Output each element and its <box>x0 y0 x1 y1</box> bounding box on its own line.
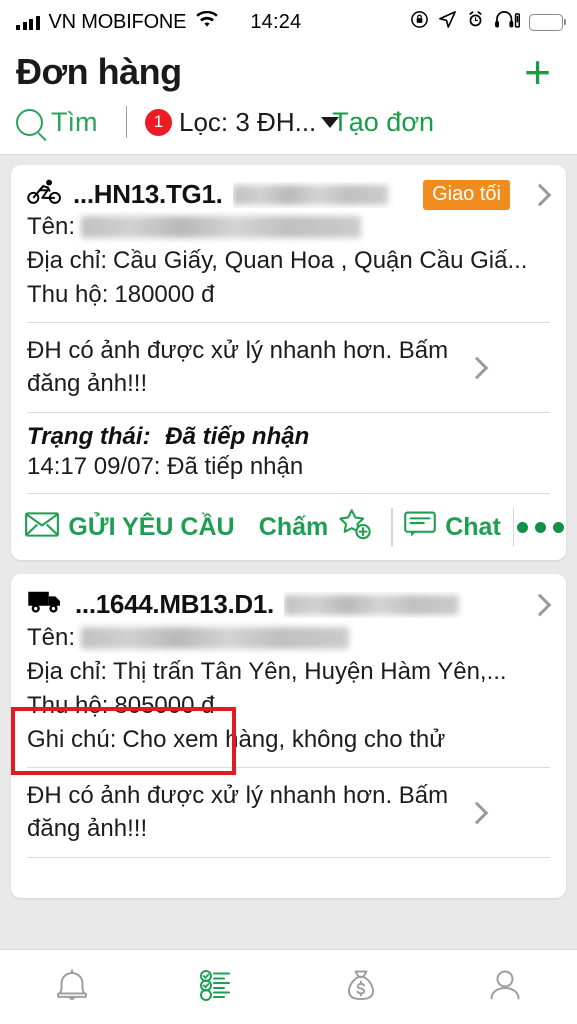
filter-count-badge: 1 <box>145 108 172 136</box>
alarm-clock-icon <box>466 10 485 34</box>
address-value: Thị trấn Tân Yên, Huyện Hàm Yên,... <box>113 658 507 686</box>
status-label: Trạng thái: <box>27 423 151 451</box>
header-toolbar: Tìm 1 Lọc: 3 ĐH... Tạo đơn <box>16 100 563 144</box>
order-card[interactable]: ...HN13.TG1. Giao tối Tên: Địa chỉ: Cầu … <box>11 165 566 561</box>
filter-label: Lọc: 3 ĐH... <box>179 106 317 137</box>
order-card[interactable]: ...1644.MB13.D1. Tên: Địa chỉ: Thị trấn … <box>11 574 566 899</box>
more-actions-button[interactable] <box>514 494 566 560</box>
address-label: Địa chỉ: <box>27 658 108 686</box>
checklist-icon <box>194 963 238 1012</box>
app-root: VN MOBIFONE 14:24 Đơn hàng + Tìm 1 Lọc: … <box>0 0 577 1024</box>
status-bar-right <box>410 10 566 34</box>
bicycle-icon <box>27 179 63 210</box>
customer-name-redacted <box>81 216 362 239</box>
status-bar: VN MOBIFONE 14:24 <box>0 0 577 44</box>
status-value: Đã tiếp nhận <box>165 423 310 451</box>
address-field: Địa chỉ: Thị trấn Tân Yên, Huyện Hàm Yên… <box>27 655 552 689</box>
chevron-right-icon[interactable] <box>528 183 552 206</box>
note-label: Ghi chú: <box>27 726 117 754</box>
upload-photo-prompt[interactable]: ĐH có ảnh được xử lý nhanh hơn. Bấm đăng… <box>11 323 566 412</box>
order-summary[interactable]: ...1644.MB13.D1. Tên: Địa chỉ: Thị trấn … <box>11 574 566 767</box>
order-action-bar: GỬI YÊU CẦU Chấm Chat <box>11 494 566 560</box>
cod-label: Thu hộ: <box>27 281 109 309</box>
address-label: Địa chỉ: <box>27 247 108 275</box>
order-list[interactable]: ...HN13.TG1. Giao tối Tên: Địa chỉ: Cầu … <box>0 155 577 949</box>
customer-name-redacted <box>81 627 350 650</box>
delivery-tag-badge: Giao tối <box>423 179 510 210</box>
tab-notifications[interactable] <box>0 950 144 1024</box>
cod-value: 805000 đ <box>114 692 215 720</box>
note-value: Cho xem hàng, không cho thử <box>122 726 446 754</box>
search-button[interactable]: Tìm <box>16 107 98 138</box>
chevron-right-icon[interactable] <box>528 593 552 616</box>
carrier-label: VN MOBIFONE <box>48 10 187 33</box>
search-icon <box>16 108 43 136</box>
search-label: Tìm <box>51 106 98 137</box>
wifi-icon <box>195 10 219 34</box>
address-field: Địa chỉ: Cầu Giấy, Quan Hoa , Quận Cầu G… <box>27 244 552 278</box>
cellular-bars-icon <box>16 15 40 30</box>
cod-label: Thu hộ: <box>27 692 109 720</box>
person-icon <box>483 963 527 1012</box>
toolbar-divider <box>125 106 127 138</box>
order-code-redacted <box>232 182 408 208</box>
order-status-block: Trạng thái: Đã tiếp nhận 14:17 09/07: Đã… <box>11 413 566 493</box>
filter-button[interactable]: 1 Lọc: 3 ĐH... <box>145 106 340 138</box>
tab-orders[interactable] <box>144 950 288 1024</box>
bell-icon <box>50 963 94 1012</box>
order-code-redacted <box>283 592 510 618</box>
create-order-button[interactable]: Tạo đơn <box>332 107 434 138</box>
battery-icon <box>529 13 566 31</box>
money-bag-icon <box>339 963 383 1012</box>
status-bar-left: VN MOBIFONE 14:24 <box>16 10 302 34</box>
rate-label: Chấm <box>258 512 329 541</box>
order-header-row[interactable]: ...1644.MB13.D1. <box>27 584 552 621</box>
customer-name-field: Tên: <box>27 210 552 244</box>
truck-icon <box>27 588 65 621</box>
rotation-lock-icon <box>410 10 429 34</box>
status-row: Trạng thái: Đã tiếp nhận <box>27 423 550 451</box>
envelope-icon <box>25 512 60 542</box>
send-request-label: GỬI YÊU CẦU <box>68 512 235 541</box>
chat-button[interactable]: Chat <box>393 494 513 560</box>
order-header-row[interactable]: ...HN13.TG1. Giao tối <box>27 175 552 210</box>
more-dots-icon <box>516 521 564 533</box>
order-code: ...1644.MB13.D1. <box>75 589 274 620</box>
cod-value: 180000 đ <box>114 281 215 309</box>
location-arrow-icon <box>438 10 457 34</box>
add-order-button[interactable]: + <box>512 49 563 95</box>
star-plus-icon <box>337 508 373 547</box>
upload-photo-prompt[interactable]: ĐH có ảnh được xử lý nhanh hơn. Bấm đăng… <box>11 768 566 857</box>
send-request-button[interactable]: GỬI YÊU CẦU <box>11 494 241 560</box>
address-value: Cầu Giấy, Quan Hoa , Quận Cầu Giấ... <box>113 247 528 275</box>
note-field: Ghi chú: Cho xem hàng, không cho thử <box>27 723 552 757</box>
clock-label: 14:24 <box>250 10 302 33</box>
app-header: Đơn hàng + Tìm 1 Lọc: 3 ĐH... Tạo đơn <box>0 44 577 155</box>
customer-name-label: Tên: <box>27 213 76 240</box>
status-timestamp: 14:17 09/07: Đã tiếp nhận <box>27 453 304 481</box>
tab-profile[interactable] <box>433 950 577 1024</box>
upload-photo-text: ĐH có ảnh được xử lý nhanh hơn. Bấm đăng… <box>27 337 449 397</box>
chevron-right-icon[interactable] <box>465 356 489 379</box>
header-title-row: Đơn hàng + <box>16 44 563 100</box>
upload-photo-text: ĐH có ảnh được xử lý nhanh hơn. Bấm đăng… <box>27 782 449 842</box>
headphones-icon <box>494 10 521 34</box>
chat-label: Chat <box>445 512 501 541</box>
order-code: ...HN13.TG1. <box>73 179 223 209</box>
rate-button[interactable]: Chấm <box>241 494 391 560</box>
cod-field: Thu hộ: 180000 đ <box>27 278 552 312</box>
order-summary[interactable]: ...HN13.TG1. Giao tối Tên: Địa chỉ: Cầu … <box>11 165 566 322</box>
tab-finance[interactable] <box>289 950 433 1024</box>
bottom-tab-bar <box>0 949 577 1024</box>
customer-name-label: Tên: <box>27 624 76 652</box>
customer-name-field: Tên: <box>27 621 552 655</box>
chevron-right-icon[interactable] <box>465 801 489 825</box>
chat-bubble-icon <box>404 511 437 543</box>
page-title: Đơn hàng <box>16 51 182 92</box>
cod-field: Thu hộ: 805000 đ <box>27 689 552 723</box>
